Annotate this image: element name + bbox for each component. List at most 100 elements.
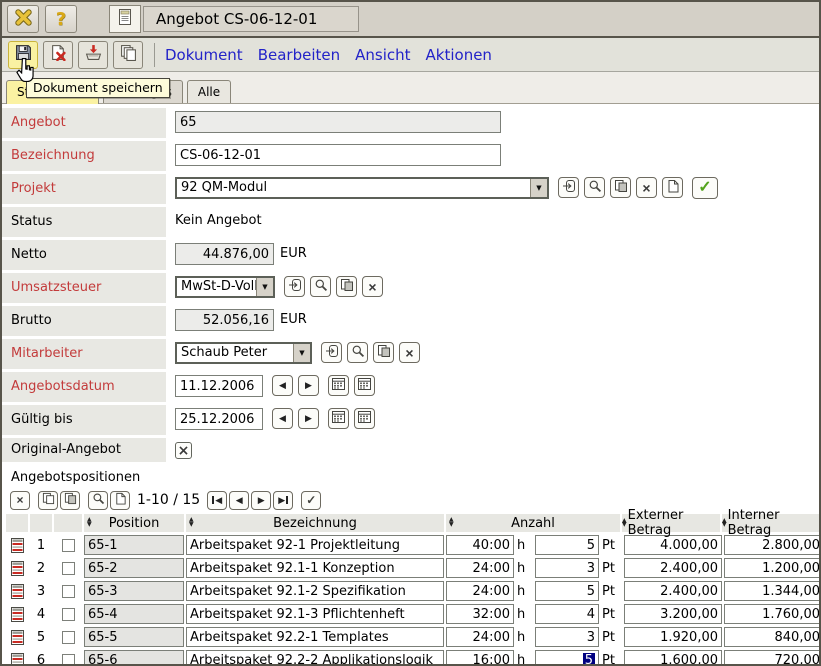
paste-row-button[interactable] <box>60 491 80 510</box>
prev-day-button[interactable]: ◀ <box>272 375 293 396</box>
externer-betrag-cell[interactable]: 3.200,00 <box>624 604 722 624</box>
pt-cell[interactable]: 3 <box>535 627 599 647</box>
paste-button[interactable] <box>373 342 394 363</box>
checkin-button[interactable] <box>78 41 108 69</box>
delete-row-button[interactable]: × <box>10 491 30 510</box>
calendar-view-button[interactable] <box>354 375 375 396</box>
calendar-view-button[interactable] <box>354 408 375 429</box>
row-icon[interactable] <box>6 583 28 600</box>
pt-cell[interactable]: 3 <box>535 558 599 578</box>
goto-button[interactable] <box>558 177 579 198</box>
header-bezeichnung[interactable]: ▲▼ Bezeichnung <box>186 514 444 532</box>
externer-betrag-cell[interactable]: 1.920,00 <box>624 627 722 647</box>
interner-betrag-cell[interactable]: 1.344,00 <box>724 581 821 601</box>
header-position[interactable]: ▲▼ Position <box>84 514 184 532</box>
row-checkbox[interactable] <box>62 562 75 575</box>
brutto-input[interactable]: 52.056,16 <box>175 309 274 331</box>
row-checkbox[interactable] <box>62 539 75 552</box>
help-button[interactable]: ? <box>45 5 77 33</box>
row-checkbox[interactable] <box>62 608 75 621</box>
delete-document-button[interactable] <box>43 41 73 69</box>
clear-button[interactable]: × <box>362 276 383 297</box>
interner-betrag-cell[interactable]: 2.800,00 <box>724 535 821 555</box>
next-day-button[interactable]: ▶ <box>298 408 319 429</box>
accept-button[interactable]: ✓ <box>692 177 718 199</box>
new-document-button[interactable] <box>662 177 683 198</box>
next-day-button[interactable]: ▶ <box>298 375 319 396</box>
clear-button[interactable]: × <box>636 177 657 198</box>
sort-icon[interactable]: ▲▼ <box>722 519 727 528</box>
prev-day-button[interactable]: ◀ <box>272 408 293 429</box>
bezeichnung-cell[interactable]: Arbeitspaket 92.2-2 Applikationslogik <box>186 650 444 666</box>
bezeichnung-input[interactable]: CS-06-12-01 <box>175 144 501 166</box>
calendar-button[interactable] <box>328 408 349 429</box>
original-angebot-checkbox[interactable]: × <box>175 442 192 459</box>
position-cell[interactable]: 65-4 <box>84 604 184 624</box>
position-cell[interactable]: 65-3 <box>84 581 184 601</box>
externer-betrag-cell[interactable]: 1.600,00 <box>624 650 722 666</box>
row-icon[interactable] <box>6 652 28 666</box>
interner-betrag-cell[interactable]: 840,00 <box>724 627 821 647</box>
angebotsdatum-input[interactable]: 11.12.2006 <box>175 375 263 397</box>
anzahl-cell[interactable]: 24:00 <box>446 558 514 578</box>
header-externer-betrag[interactable]: ▲▼ Externer Betrag <box>622 514 720 532</box>
header-interner-betrag[interactable]: ▲▼ Interner Betrag <box>722 514 821 532</box>
goto-button[interactable] <box>321 342 342 363</box>
calendar-button[interactable] <box>328 375 349 396</box>
clear-button[interactable]: × <box>399 342 420 363</box>
externer-betrag-cell[interactable]: 2.400,00 <box>624 558 722 578</box>
pt-cell-focused[interactable]: 5 <box>535 650 599 666</box>
paste-button[interactable] <box>336 276 357 297</box>
pt-cell[interactable]: 5 <box>535 535 599 555</box>
gueltig-bis-input[interactable]: 25.12.2006 <box>175 408 263 430</box>
row-icon[interactable] <box>6 560 28 577</box>
umsatzsteuer-select[interactable]: MwSt-D-Voll ▼ <box>175 276 275 298</box>
row-icon[interactable] <box>6 537 28 554</box>
menu-dokument[interactable]: Dokument <box>165 46 243 64</box>
next-page-button[interactable]: ▶ <box>251 491 271 510</box>
mitarbeiter-select[interactable]: Schaub Peter ▼ <box>175 342 312 364</box>
projekt-select[interactable]: 92 QM-Modul ▼ <box>175 177 549 199</box>
last-page-button[interactable]: ▶ <box>273 491 293 510</box>
position-cell[interactable]: 65-6 <box>84 650 184 666</box>
tab-alle[interactable]: Alle <box>187 80 231 103</box>
sort-icon[interactable]: ▲▼ <box>189 518 194 527</box>
menu-aktionen[interactable]: Aktionen <box>426 46 492 64</box>
row-checkbox[interactable] <box>62 631 75 644</box>
position-cell[interactable]: 65-1 <box>84 535 184 555</box>
position-cell[interactable]: 65-2 <box>84 558 184 578</box>
externer-betrag-cell[interactable]: 2.400,00 <box>624 581 722 601</box>
sort-icon[interactable]: ▲▼ <box>449 518 454 527</box>
confirm-button[interactable]: ✓ <box>301 491 321 510</box>
new-row-button[interactable] <box>110 491 130 510</box>
position-cell[interactable]: 65-5 <box>84 627 184 647</box>
netto-input[interactable]: 44.876,00 <box>175 243 274 265</box>
row-icon[interactable] <box>6 606 28 623</box>
copy-button[interactable] <box>113 41 143 69</box>
row-icon[interactable] <box>6 629 28 646</box>
bezeichnung-cell[interactable]: Arbeitspaket 92-1 Projektleitung <box>186 535 444 555</box>
first-page-button[interactable]: ◀ <box>207 491 227 510</box>
row-checkbox[interactable] <box>62 585 75 598</box>
anzahl-cell[interactable]: 32:00 <box>446 604 514 624</box>
anzahl-cell[interactable]: 24:00 <box>446 627 514 647</box>
bezeichnung-cell[interactable]: Arbeitspaket 92.1-3 Pflichtenheft <box>186 604 444 624</box>
bezeichnung-cell[interactable]: Arbeitspaket 92.1-1 Konzeption <box>186 558 444 578</box>
pt-cell[interactable]: 4 <box>535 604 599 624</box>
search-button[interactable] <box>310 276 331 297</box>
sort-icon[interactable]: ▲▼ <box>622 519 627 528</box>
search-button[interactable] <box>347 342 368 363</box>
search-rows-button[interactable] <box>88 491 108 510</box>
interner-betrag-cell[interactable]: 1.200,00 <box>724 558 821 578</box>
pt-cell[interactable]: 5 <box>535 581 599 601</box>
dropdown-arrow-icon[interactable]: ▼ <box>256 278 273 296</box>
bezeichnung-cell[interactable]: Arbeitspaket 92.1-2 Spezifikation <box>186 581 444 601</box>
close-button[interactable] <box>7 5 39 33</box>
angebot-input[interactable]: 65 <box>175 111 501 133</box>
sort-icon[interactable]: ▲▼ <box>87 518 92 527</box>
dropdown-arrow-icon[interactable]: ▼ <box>530 179 547 197</box>
bezeichnung-cell[interactable]: Arbeitspaket 92.2-1 Templates <box>186 627 444 647</box>
prev-page-button[interactable]: ◀ <box>229 491 249 510</box>
menu-bearbeiten[interactable]: Bearbeiten <box>258 46 340 64</box>
search-button[interactable] <box>584 177 605 198</box>
